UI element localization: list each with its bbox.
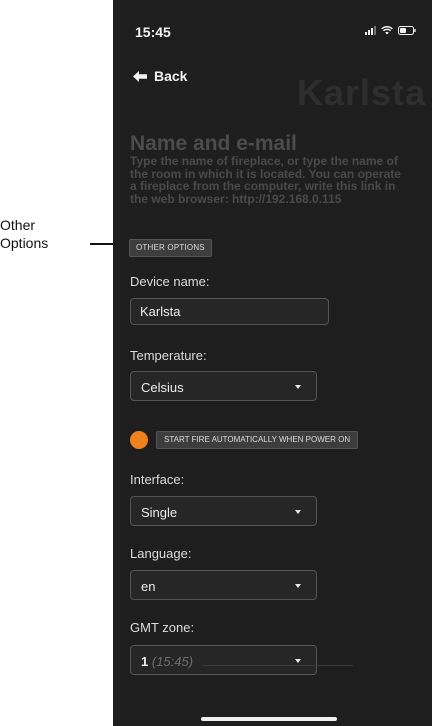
gmt-zone-value-wrap: 1 (15:45) <box>141 654 193 669</box>
page: Other Options 15:45 Back Karlsta Name an… <box>0 0 433 726</box>
chevron-down-icon <box>295 385 301 389</box>
gmt-zone-label: GMT zone: <box>130 620 195 635</box>
annotation-label: Other Options <box>0 217 49 251</box>
status-icons <box>365 25 416 35</box>
phone-screen: 15:45 Back Karlsta Name and e-mail Type … <box>113 0 432 726</box>
back-button[interactable]: Back <box>133 68 187 84</box>
interface-select[interactable]: Single <box>130 496 317 526</box>
language-label: Language: <box>130 546 192 561</box>
language-value: en <box>141 579 156 594</box>
chevron-down-icon <box>295 659 301 663</box>
chevron-down-icon <box>295 584 301 588</box>
interface-value: Single <box>141 505 178 520</box>
gmt-zone-time-hint: (15:45) <box>151 654 194 669</box>
toggle-indicator-icon[interactable] <box>130 431 148 449</box>
status-bar: 15:45 <box>113 0 432 50</box>
other-options-button[interactable]: OTHER OPTIONS <box>129 239 212 257</box>
brand-watermark: Karlsta <box>296 72 426 113</box>
auto-start-toggle-row[interactable]: START FIRE AUTOMATICALLY WHEN POWER ON <box>130 431 359 449</box>
home-indicator[interactable] <box>201 717 337 721</box>
status-time: 15:45 <box>135 24 171 40</box>
device-name-label: Device name: <box>130 274 210 289</box>
gmt-zone-value: 1 <box>141 654 149 669</box>
chevron-down-icon <box>295 510 301 514</box>
temperature-select[interactable]: Celsius <box>130 371 317 401</box>
gmt-zone-select[interactable]: 1 (15:45) <box>130 645 317 675</box>
bottom-divider <box>203 665 353 666</box>
signal-icon <box>365 25 376 35</box>
auto-start-button[interactable]: START FIRE AUTOMATICALLY WHEN POWER ON <box>156 431 359 449</box>
device-name-input[interactable] <box>130 298 329 325</box>
language-select[interactable]: en <box>130 570 317 600</box>
wifi-icon <box>381 25 393 35</box>
back-label: Back <box>154 68 188 84</box>
section-title: Name and e-mail <box>130 132 297 155</box>
section-description: Type the name of fireplace, or type the … <box>130 154 401 206</box>
interface-label: Interface: <box>130 472 185 487</box>
temperature-label: Temperature: <box>130 348 207 363</box>
battery-icon <box>398 25 416 35</box>
back-arrow-icon <box>133 70 147 82</box>
temperature-value: Celsius <box>141 380 184 395</box>
